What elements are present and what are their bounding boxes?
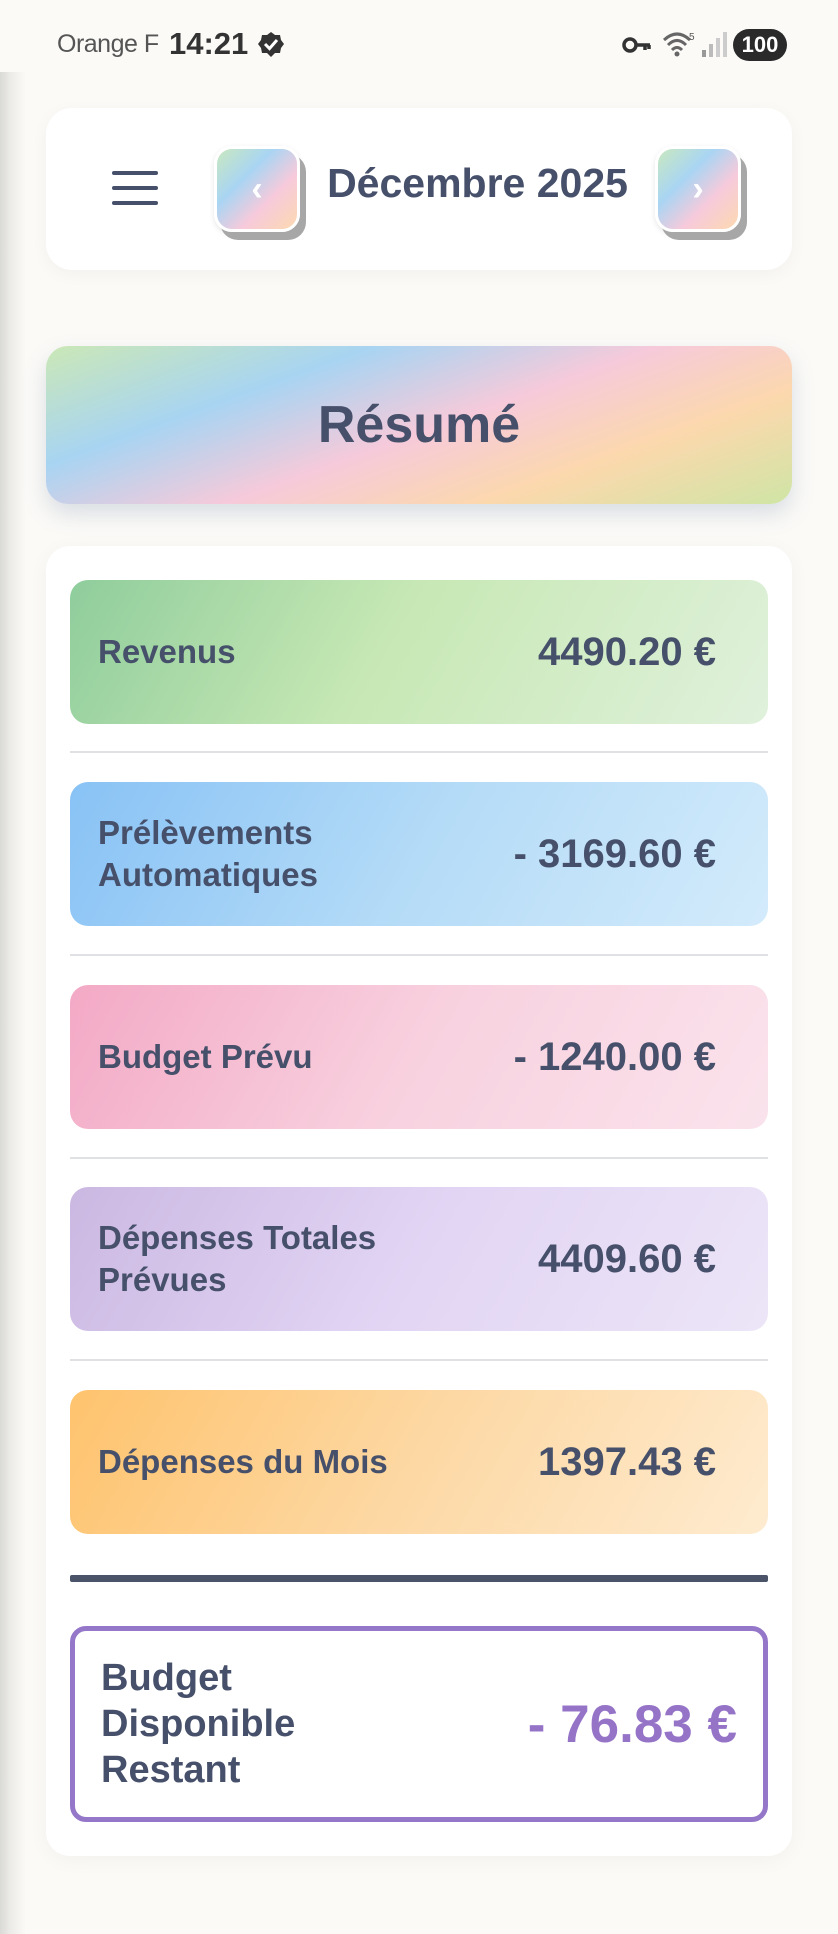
row-label: Dépenses du Mois	[98, 1443, 388, 1480]
row-value: 4490.20 €	[538, 629, 716, 674]
summary-row-depenses-totales: Dépenses Totales Prévues 4409.60 €	[70, 1187, 768, 1331]
signal-icon	[702, 32, 727, 57]
chevron-right-icon: ›	[692, 169, 704, 208]
divider	[70, 954, 768, 956]
wifi-icon: 5	[662, 32, 695, 57]
summary-row-prelevements: Prélèvements Automatiques - 3169.60 €	[70, 782, 768, 926]
chevron-left-icon: ‹	[251, 169, 263, 208]
status-clock: 14:21	[169, 26, 249, 61]
divider	[70, 1359, 768, 1361]
remaining-budget-label: Budget Disponible Restant	[101, 1657, 296, 1791]
menu-icon-bar	[112, 186, 158, 190]
divider	[70, 1157, 768, 1159]
status-bar: Orange F 14:21 5 100	[0, 0, 838, 88]
menu-icon[interactable]	[110, 166, 160, 210]
row-value: 4409.60 €	[538, 1236, 716, 1281]
previous-month-button[interactable]: ‹	[214, 146, 300, 232]
remaining-budget-value: - 76.83 €	[527, 1694, 737, 1754]
background-shade	[0, 72, 26, 1934]
menu-icon-bar	[112, 201, 158, 205]
carrier-label: Orange F	[57, 30, 159, 58]
summary-row-revenus: Revenus 4490.20 €	[70, 580, 768, 724]
row-label: Dépenses Totales Prévues	[98, 1219, 377, 1298]
row-label: Revenus	[98, 633, 236, 670]
row-label: Prélèvements Automatiques	[98, 814, 319, 893]
summary-title-banner: Résumé	[46, 346, 792, 504]
key-icon	[622, 37, 651, 53]
row-value: - 1240.00 €	[513, 1034, 716, 1079]
verified-icon	[258, 32, 284, 57]
remaining-budget-box: Budget Disponible Restant - 76.83 €	[70, 1626, 768, 1822]
summary-row-budget-prevu: Budget Prévu - 1240.00 €	[70, 985, 768, 1129]
battery-indicator: 100	[733, 29, 787, 61]
divider	[70, 751, 768, 753]
row-label: Budget Prévu	[98, 1038, 313, 1075]
month-title: Décembre 2025	[327, 160, 628, 206]
svg-text:5: 5	[689, 32, 695, 43]
total-divider	[70, 1575, 768, 1582]
summary-row-depenses-mois: Dépenses du Mois 1397.43 €	[70, 1390, 768, 1534]
menu-icon-bar	[112, 171, 158, 175]
next-month-button[interactable]: ›	[655, 146, 741, 232]
row-value: 1397.43 €	[538, 1439, 716, 1484]
row-value: - 3169.60 €	[513, 831, 716, 876]
